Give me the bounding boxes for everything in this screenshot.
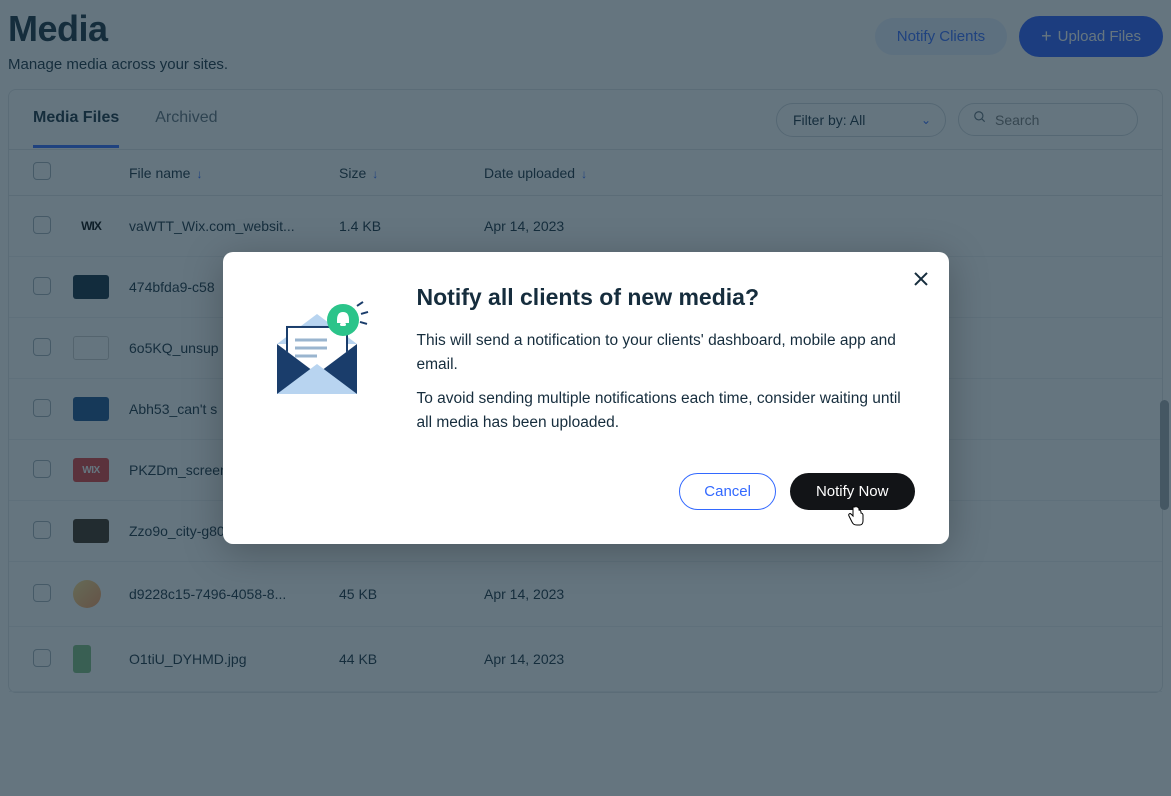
modal-paragraph-2: To avoid sending multiple notifications … <box>417 387 915 435</box>
modal-paragraph-1: This will send a notification to your cl… <box>417 329 915 377</box>
cancel-button[interactable]: Cancel <box>679 473 776 510</box>
modal-title: Notify all clients of new media? <box>417 284 915 311</box>
notify-modal: Notify all clients of new media? This wi… <box>223 252 949 544</box>
notify-now-button[interactable]: Notify Now <box>790 473 915 510</box>
envelope-bell-icon <box>257 284 377 445</box>
close-icon[interactable] <box>913 270 929 293</box>
